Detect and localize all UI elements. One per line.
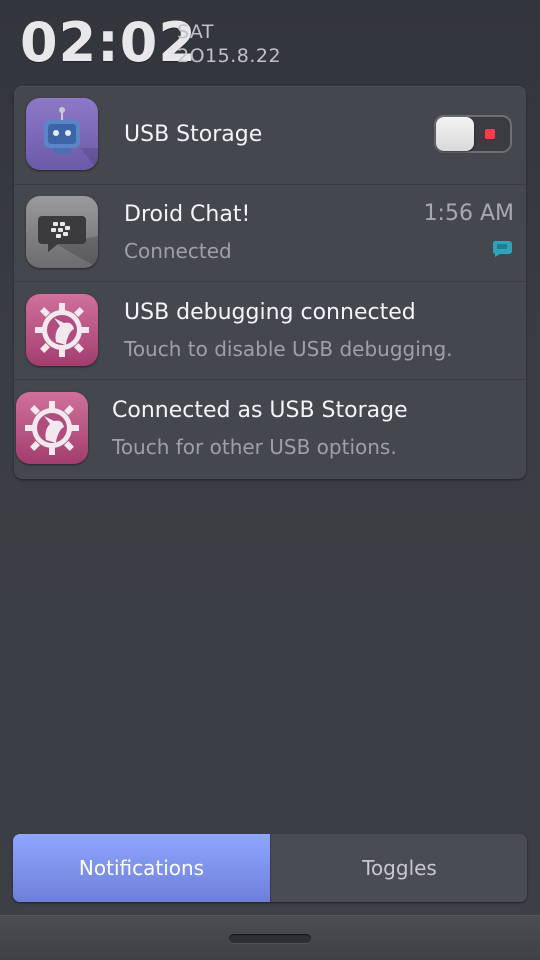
date-display: SAT 2O15.8.22: [177, 20, 281, 68]
notification-title: Connected as USB Storage: [112, 398, 408, 423]
notification-usb-debugging[interactable]: USB debugging connected Touch to disable…: [14, 281, 526, 380]
notification-subtitle: Touch for other USB options.: [112, 435, 397, 459]
panel-tabs: Notifications Toggles: [13, 834, 527, 902]
robot-icon: [26, 98, 98, 170]
notification-title: USB Storage: [124, 122, 263, 147]
status-header: 02:02 SAT 2O15.8.22: [0, 0, 540, 82]
toggle-knob: [436, 117, 474, 151]
usb-storage-toggle[interactable]: [434, 115, 512, 153]
drawer-handle-bar[interactable]: [0, 915, 540, 960]
notification-droid-chat[interactable]: Droid Chat! Connected 1:56 AM: [14, 183, 526, 282]
drag-handle[interactable]: [229, 934, 311, 943]
notification-subtitle: Connected: [124, 239, 232, 263]
notification-title: USB debugging connected: [124, 300, 416, 325]
tab-toggles[interactable]: Toggles: [270, 834, 527, 902]
notification-subtitle: Touch to disable USB debugging.: [124, 337, 453, 361]
gear-unicorn-icon: [26, 294, 98, 366]
tab-notifications[interactable]: Notifications: [13, 834, 270, 902]
chat-bubble-icon: [492, 240, 514, 258]
notification-usb-connected[interactable]: Connected as USB Storage Touch for other…: [14, 379, 526, 479]
blackberry-chat-icon: [26, 196, 98, 268]
gear-unicorn-icon: [16, 392, 88, 464]
notification-title: Droid Chat!: [124, 202, 251, 227]
toggle-indicator: [485, 129, 495, 139]
notification-list: USB Storage Droid Chat! Connected 1:56 A…: [14, 86, 526, 479]
date-label: 2O15.8.22: [177, 45, 282, 67]
notification-time: 1:56 AM: [423, 201, 514, 226]
clock: 02:02: [20, 11, 197, 74]
day-label: SAT: [177, 21, 215, 43]
notification-usb-storage[interactable]: USB Storage: [14, 86, 526, 185]
